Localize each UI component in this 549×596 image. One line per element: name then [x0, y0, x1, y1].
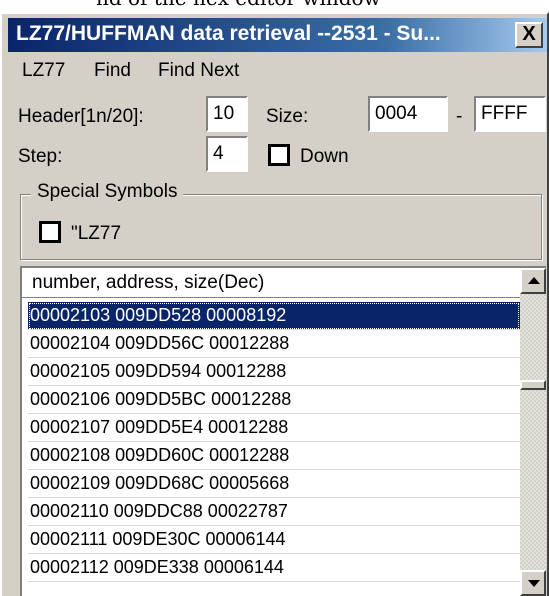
caption-fragment: nd of the hex editor window: [0, 0, 549, 12]
scroll-thumb[interactable]: [520, 380, 546, 390]
list-row[interactable]: 00002112 009DE338 00006144: [28, 554, 520, 582]
menu-bar: LZ77 Find Find Next: [8, 56, 547, 88]
size-to-input[interactable]: FFFF: [474, 96, 546, 132]
title-bar[interactable]: LZ77/HUFFMAN data retrieval --2531 - Su.…: [8, 18, 547, 52]
menu-lz77[interactable]: LZ77: [16, 56, 71, 88]
header-input[interactable]: 10: [206, 96, 248, 132]
arrow-down-icon: [528, 580, 540, 587]
dialog-window: LZ77/HUFFMAN data retrieval --2531 - Su.…: [0, 12, 549, 596]
list-row[interactable]: 00002108 009DD60C 00012288: [28, 442, 520, 470]
lz77-checkbox-label[interactable]: "LZ77: [71, 223, 121, 245]
lz77-checkbox[interactable]: [39, 221, 61, 243]
special-symbols-group: Special Symbols "LZ77: [20, 181, 542, 260]
special-symbols-legend: Special Symbols: [31, 181, 184, 203]
list-row[interactable]: 00002111 009DE30C 00006144: [28, 526, 520, 554]
size-label: Size:: [266, 106, 309, 127]
size-dash: -: [456, 106, 463, 127]
list-row[interactable]: 00002107 009DD5E4 00012288: [28, 414, 520, 442]
list-column-header[interactable]: number, address, size(Dec): [22, 268, 520, 298]
results-list[interactable]: number, address, size(Dec) 00002103 009D…: [20, 266, 546, 596]
list-row[interactable]: 00002105 009DD594 00012288: [28, 358, 520, 386]
list-row[interactable]: 00002109 009DD68C 00005668: [28, 470, 520, 498]
list-row[interactable]: 00002110 009DDC88 00022787: [28, 498, 520, 526]
list-row[interactable]: 00002106 009DD5BC 00012288: [28, 386, 520, 414]
arrow-up-icon: [528, 277, 540, 284]
scroll-up-button[interactable]: [520, 268, 546, 294]
down-label[interactable]: Down: [300, 146, 349, 168]
window-title: LZ77/HUFFMAN data retrieval --2531 - Su.…: [16, 22, 441, 45]
list-header-label: number, address, size(Dec): [32, 272, 265, 293]
close-button[interactable]: X: [515, 22, 543, 48]
vertical-scrollbar[interactable]: [520, 268, 546, 596]
scroll-down-button[interactable]: [520, 570, 546, 596]
caption-text: nd of the hex editor window: [96, 0, 381, 10]
list-rows: 00002103 009DD528 00008192 00002104 009D…: [28, 302, 520, 582]
size-from-input[interactable]: 0004: [368, 96, 448, 132]
menu-find-next[interactable]: Find Next: [152, 56, 245, 88]
down-checkbox[interactable]: [268, 144, 290, 166]
list-row[interactable]: 00002104 009DD56C 00012288: [28, 330, 520, 358]
step-input[interactable]: 4: [206, 136, 248, 172]
list-row[interactable]: 00002103 009DD528 00008192: [28, 302, 520, 330]
step-label: Step:: [18, 146, 63, 167]
header-label: Header[1n/20]:: [18, 106, 144, 127]
menu-find[interactable]: Find: [88, 56, 137, 88]
